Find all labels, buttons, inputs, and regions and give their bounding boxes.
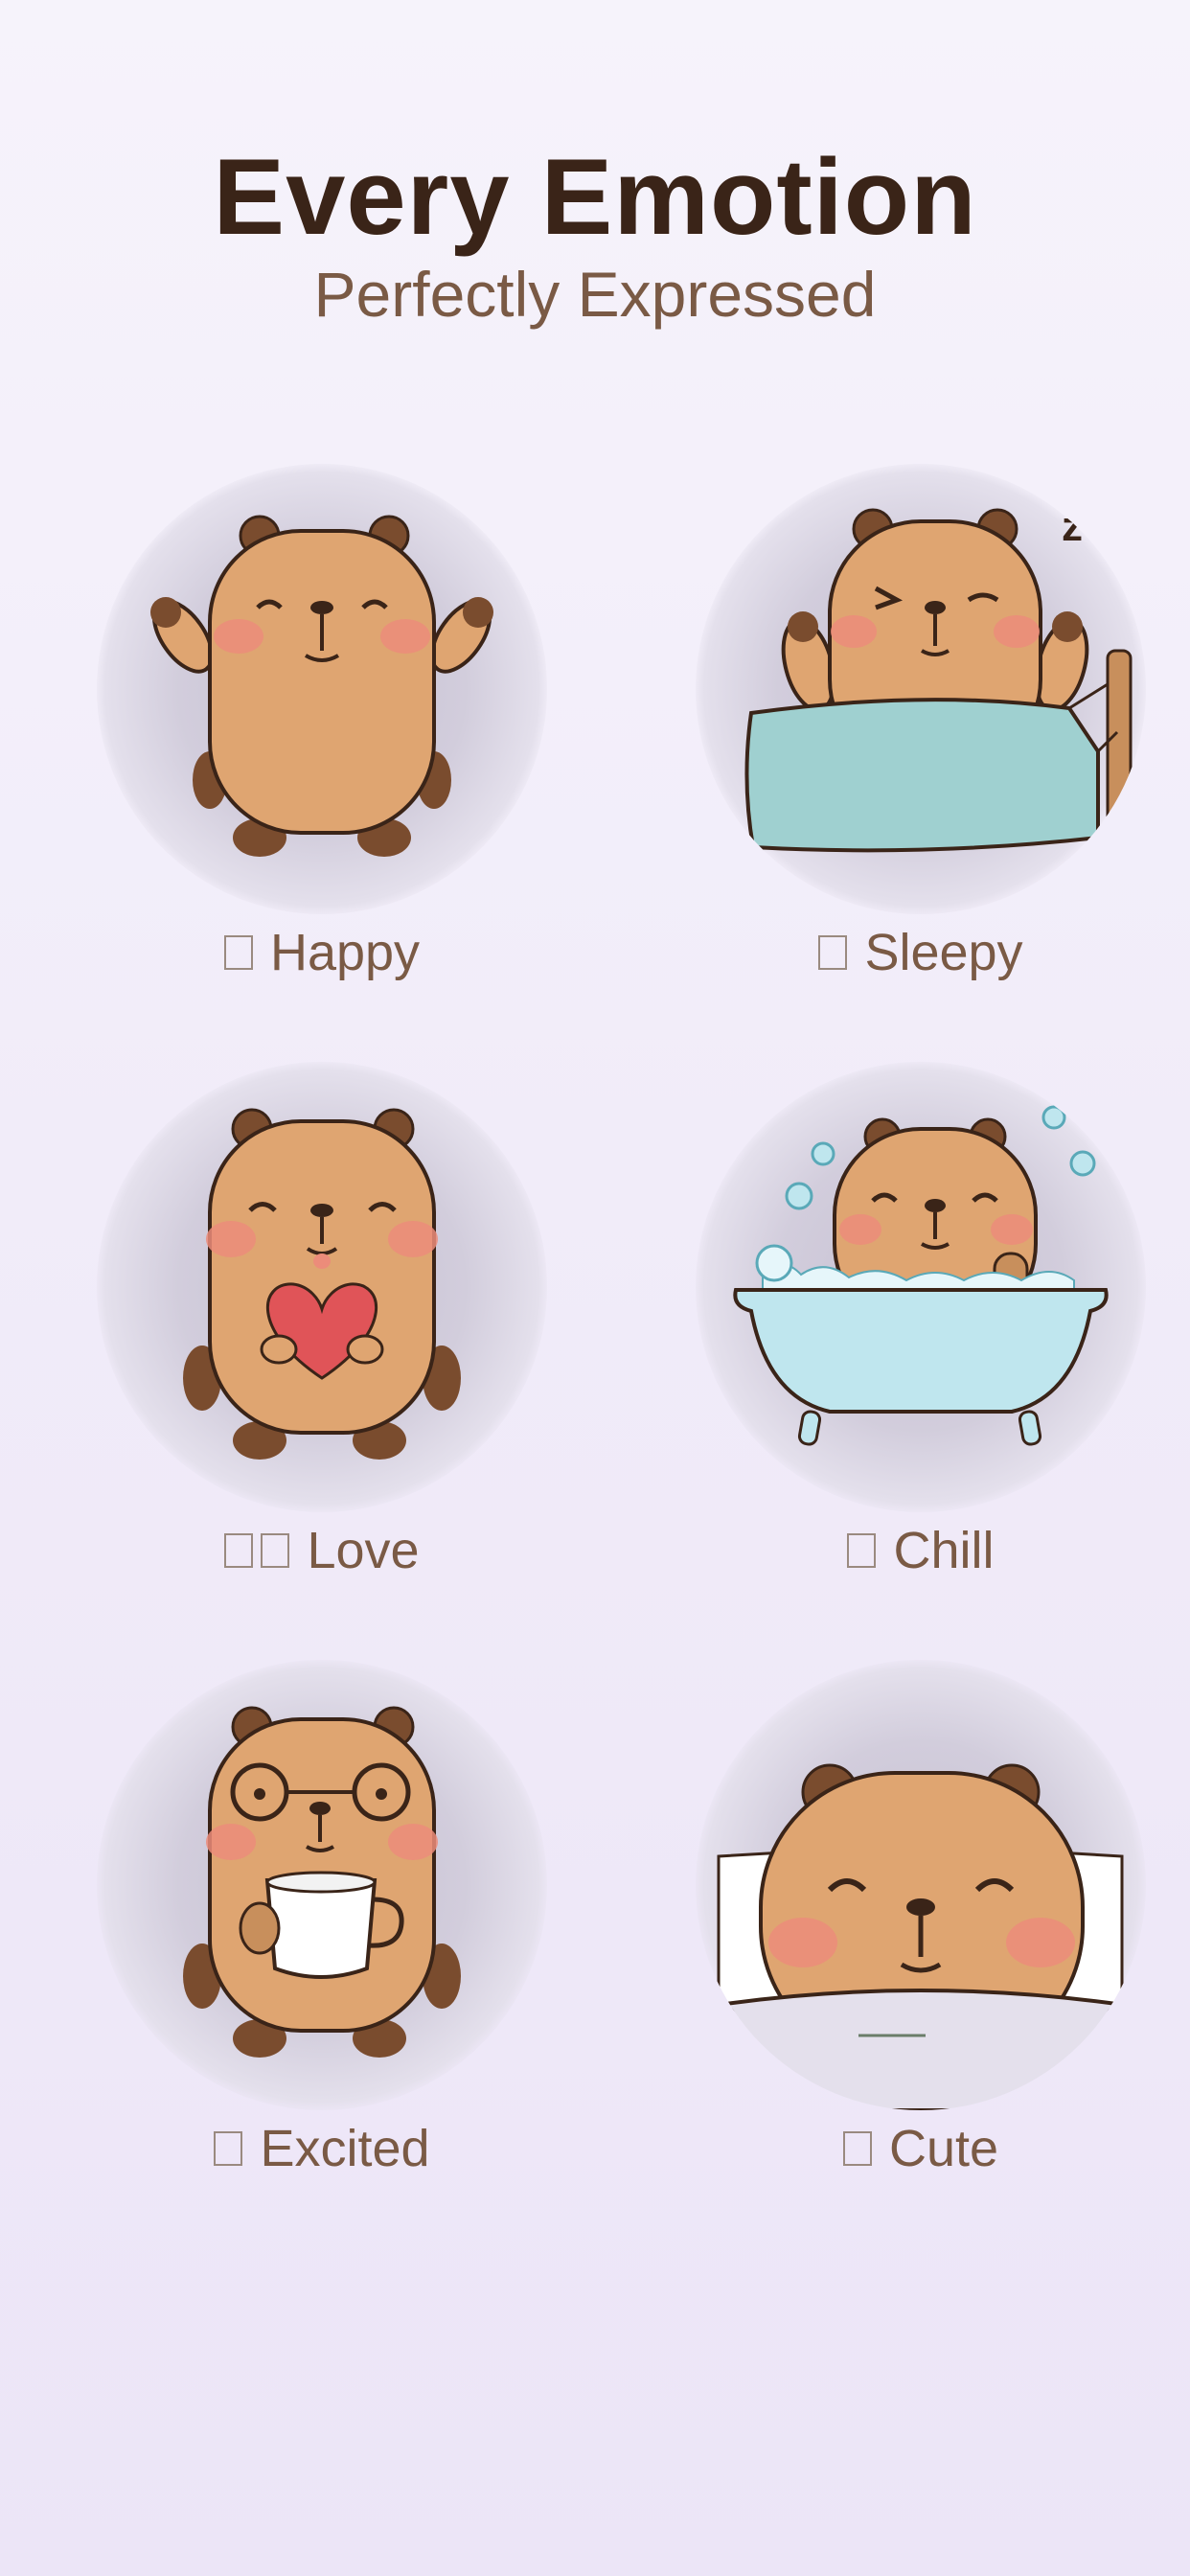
sticker-excited-image: [97, 1660, 547, 2110]
capybara-sleepy-icon: z z: [744, 493, 1133, 853]
page-title: Every Emotion: [213, 137, 977, 257]
sticker-chill-image: [696, 1062, 1146, 1512]
sticker-label-love: Love: [97, 1520, 547, 1582]
header: Every Emotion Perfectly Expressed: [0, 137, 1190, 330]
sticker-card-chill[interactable]: Chill: [696, 1062, 1146, 1598]
capybara-happy-icon: [150, 515, 493, 857]
emoji-glyph-icon: [842, 2130, 872, 2166]
sticker-label-excited: Excited: [97, 2118, 547, 2180]
sticker-card-happy[interactable]: Happy: [97, 464, 547, 1000]
capybara-excited-icon: [183, 1706, 461, 2058]
svg-text:z: z: [1062, 503, 1083, 550]
emoji-glyph-icon: [224, 1532, 254, 1568]
sticker-label-chill: Chill: [696, 1520, 1146, 1582]
sticker-sleepy-image: z z: [696, 464, 1146, 914]
sticker-card-sleepy[interactable]: z z Sleepy: [696, 464, 1146, 1000]
sticker-cute-image: [696, 1660, 1146, 2110]
emoji-glyph-icon: [818, 934, 848, 970]
emoji-glyph-icon: [847, 1532, 877, 1568]
sticker-label-happy: Happy: [97, 922, 547, 984]
capybara-chill-icon: [733, 1105, 1109, 1446]
svg-text:z: z: [1096, 493, 1110, 524]
emoji-glyph-icon: [223, 934, 253, 970]
sticker-love-image: [97, 1062, 547, 1512]
emoji-glyph-icon: [261, 1532, 290, 1568]
emoji-glyph-icon: [214, 2130, 243, 2166]
sticker-card-excited[interactable]: Excited: [97, 1660, 547, 2196]
capybara-cute-icon: [717, 1763, 1125, 2110]
sticker-card-cute[interactable]: Cute: [696, 1660, 1146, 2196]
sticker-label-cute: Cute: [696, 2118, 1146, 2180]
sticker-card-love[interactable]: Love: [97, 1062, 547, 1598]
sticker-label-sleepy: Sleepy: [696, 922, 1146, 984]
capybara-love-icon: [183, 1108, 461, 1460]
sticker-happy-image: [97, 464, 547, 914]
page-subtitle: Perfectly Expressed: [313, 259, 877, 330]
